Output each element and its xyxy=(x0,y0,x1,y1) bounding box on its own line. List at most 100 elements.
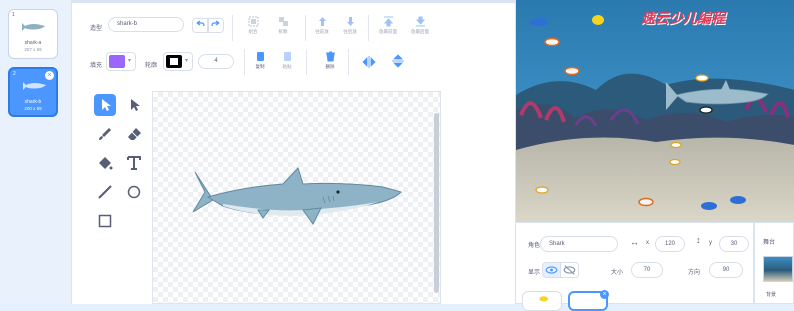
x-input[interactable]: 120 xyxy=(655,236,685,252)
rectangle-tool[interactable] xyxy=(94,210,116,232)
backward-button[interactable]: 往后放 xyxy=(338,16,362,35)
line-tool[interactable] xyxy=(94,181,116,203)
costume-name: shark-b xyxy=(24,99,42,105)
trash-icon xyxy=(325,51,335,62)
toolbar-divider xyxy=(348,49,349,75)
outline-color-swatch xyxy=(166,55,182,68)
circle-icon xyxy=(127,185,141,199)
group-icon xyxy=(248,16,258,27)
sprite-name-input[interactable]: Shark xyxy=(540,236,618,252)
chevron-down-icon: ▾ xyxy=(185,58,189,64)
reshape-tool[interactable] xyxy=(123,94,145,116)
sprite-thumb-fish[interactable] xyxy=(522,291,562,311)
eye-off-icon xyxy=(563,265,576,275)
canvas-scrollbar[interactable] xyxy=(434,113,439,293)
delete-sprite-icon[interactable]: × xyxy=(600,290,609,299)
paste-icon xyxy=(283,52,291,61)
fill-label: 填充 xyxy=(90,63,103,69)
paint-bucket-icon xyxy=(99,157,113,170)
to-back-icon xyxy=(415,16,425,27)
shark-thumbnail-icon xyxy=(23,82,46,90)
flip-vertical-button[interactable] xyxy=(392,54,404,68)
copy-button[interactable]: 复制 xyxy=(250,51,270,70)
brush-tool[interactable] xyxy=(94,123,116,145)
line-icon xyxy=(98,185,112,199)
underwater-backdrop xyxy=(516,0,794,222)
back-button[interactable]: 放最后面 xyxy=(406,16,434,35)
show-label: 显示 xyxy=(528,270,541,276)
redo-button[interactable] xyxy=(208,18,224,33)
sprite-info-pane: 角色 Shark ↔ x 120 ↕ y 30 显示 大小 70 方向 90 × xyxy=(515,222,754,311)
arrow-pointer-icon xyxy=(102,99,111,111)
forward-button[interactable]: 往前放 xyxy=(310,16,334,35)
front-button[interactable]: 放最前面 xyxy=(374,16,402,35)
backdrop-label: 背景 xyxy=(766,292,777,298)
outline-color-picker[interactable]: ▾ xyxy=(163,52,193,71)
show-button[interactable] xyxy=(542,262,561,278)
toolbar-divider xyxy=(244,49,245,75)
text-tool[interactable] xyxy=(123,152,145,174)
toolbar-divider xyxy=(368,15,369,41)
stage-selector-pane[interactable]: 舞台 背景 xyxy=(754,222,794,304)
costume-name: shark-a xyxy=(24,40,42,46)
costume-name-input[interactable]: shark-b xyxy=(108,17,184,32)
costume-number: 2 xyxy=(13,71,16,77)
paste-button[interactable]: 粘贴 xyxy=(277,51,297,70)
brush-icon xyxy=(99,128,111,140)
y-label: y xyxy=(709,240,712,246)
fish-thumbnail-icon xyxy=(539,296,548,302)
y-input[interactable]: 30 xyxy=(719,236,749,252)
x-arrow-icon: ↔ xyxy=(630,237,639,247)
flip-vertical-icon xyxy=(392,54,404,68)
fill-tool[interactable] xyxy=(94,152,116,174)
flip-horizontal-button[interactable] xyxy=(362,56,376,68)
undo-button[interactable] xyxy=(192,18,208,33)
copy-icon xyxy=(256,52,264,61)
ungroup-button[interactable]: 拆散 xyxy=(272,16,294,35)
shark-costume-drawing xyxy=(192,167,402,225)
costume-number: 1 xyxy=(12,12,15,18)
text-icon xyxy=(127,156,141,170)
stage-pane-title: 舞台 xyxy=(763,240,776,246)
x-label: x xyxy=(646,240,649,246)
chevron-down-icon: ▾ xyxy=(128,58,132,64)
delete-button[interactable]: 删除 xyxy=(320,51,340,70)
y-arrow-icon: ↕ xyxy=(696,235,701,245)
size-label: 大小 xyxy=(611,270,624,276)
rectangle-icon xyxy=(98,214,112,228)
backdrop-thumbnail[interactable] xyxy=(763,256,793,282)
costume-item-shark-b[interactable]: 2 × shark-b 200 x 59 xyxy=(8,67,58,117)
size-input[interactable]: 70 xyxy=(631,262,663,278)
direction-input[interactable]: 90 xyxy=(709,262,743,278)
paint-canvas[interactable] xyxy=(152,91,441,304)
toolbar-divider xyxy=(232,15,233,41)
flip-horizontal-icon xyxy=(362,56,376,68)
arrow-up-icon xyxy=(318,17,326,26)
group-button[interactable]: 组合 xyxy=(242,16,264,35)
costume-item-shark-a[interactable]: 1 shark-a 207 x 59 xyxy=(8,9,58,59)
eye-icon xyxy=(545,266,558,274)
ungroup-icon xyxy=(278,17,288,26)
stage[interactable]: 速云少儿编程 xyxy=(515,0,794,222)
logo-text: 速云少儿编程 xyxy=(641,11,725,27)
to-front-icon xyxy=(383,16,393,27)
undo-icon xyxy=(196,20,205,27)
shark-thumbnail-icon xyxy=(22,23,45,31)
select-tool[interactable] xyxy=(94,94,116,116)
sprite-thumb-shark[interactable]: × xyxy=(568,290,609,311)
hide-button[interactable] xyxy=(560,262,579,278)
reshape-icon xyxy=(131,99,140,111)
sprite-label: 角色 xyxy=(528,243,541,249)
costume-size: 200 x 59 xyxy=(24,106,42,111)
costume-size: 207 x 59 xyxy=(24,47,42,52)
outline-width-input[interactable]: 4 xyxy=(198,54,234,69)
eraser-icon xyxy=(128,128,141,140)
costume-name-label: 造型 xyxy=(90,26,103,32)
fill-color-picker[interactable]: ▾ xyxy=(106,52,136,71)
redo-icon xyxy=(211,20,220,27)
costume-list: 1 shark-a 207 x 59 2 × shark-b 200 x 59 xyxy=(0,0,72,304)
toolbar-divider xyxy=(306,49,307,75)
eraser-tool[interactable] xyxy=(123,123,145,145)
fill-color-swatch xyxy=(109,55,125,68)
circle-tool[interactable] xyxy=(123,181,145,203)
